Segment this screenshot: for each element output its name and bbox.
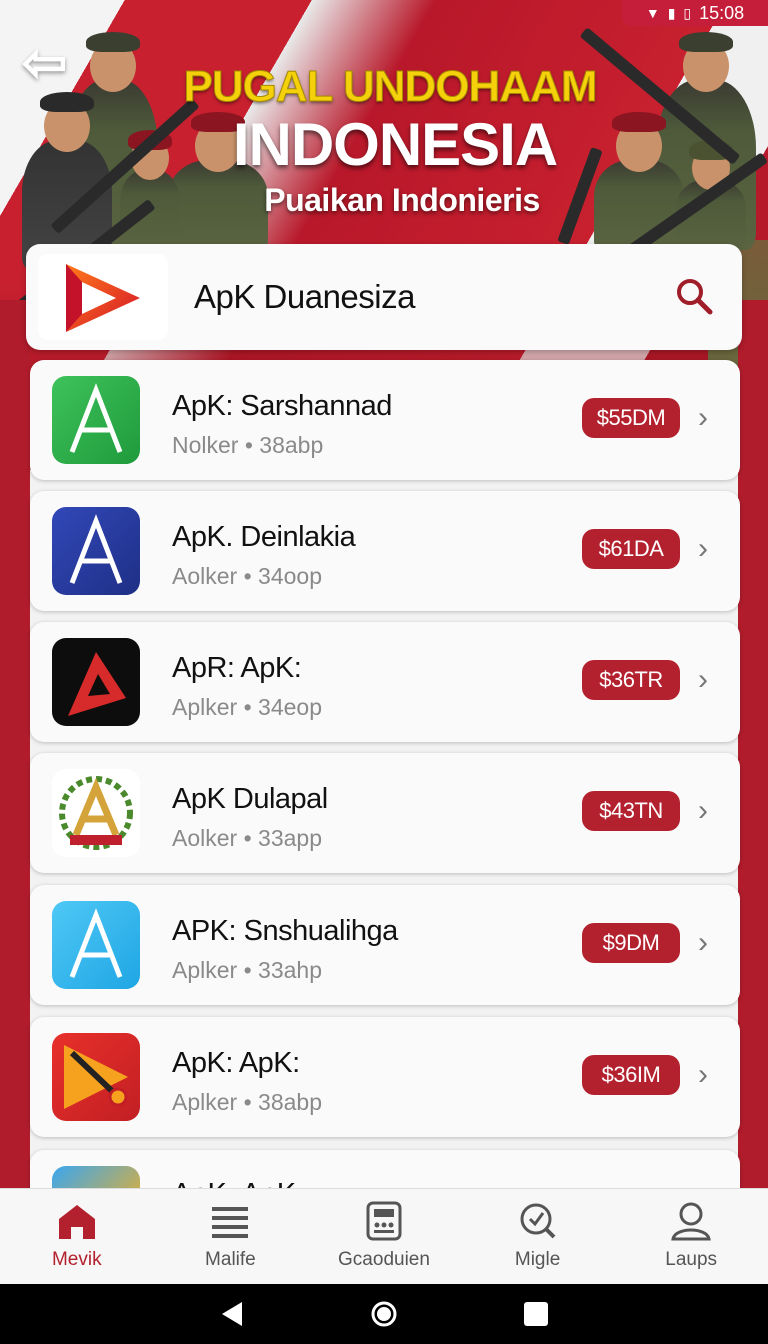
app-name: ApK. Deinlakia bbox=[172, 521, 356, 553]
menu-icon bbox=[208, 1201, 252, 1241]
app-icon-black-red bbox=[52, 638, 140, 726]
nav-label: Malife bbox=[205, 1249, 256, 1270]
calculator-icon bbox=[362, 1201, 406, 1241]
price-button[interactable]: $9DM bbox=[582, 923, 680, 963]
app-list-item[interactable]: ApK Dulapal Aolker • 33app $43TN › bbox=[30, 753, 740, 873]
nav-item-calculator[interactable]: Gcaoduien bbox=[307, 1189, 461, 1284]
app-meta: Aplker • 38abp bbox=[172, 1089, 322, 1115]
nav-label: Laups bbox=[665, 1249, 718, 1270]
nav-label: Mevik bbox=[51, 1249, 102, 1270]
system-navigation-bar bbox=[0, 1284, 768, 1344]
app-icon-lightblue-a bbox=[52, 901, 140, 989]
system-recents-icon[interactable] bbox=[524, 1302, 548, 1326]
price-button[interactable]: $36IM bbox=[582, 1055, 680, 1095]
app-name: ApK: Sarshannad bbox=[172, 390, 392, 422]
status-time: 15:08 bbox=[699, 2, 745, 23]
nav-item-profile[interactable]: Laups bbox=[614, 1189, 768, 1284]
chevron-right-icon[interactable]: › bbox=[698, 1057, 718, 1093]
app-meta: Aolker • 34oop bbox=[172, 563, 322, 589]
chevron-right-icon[interactable]: › bbox=[698, 793, 718, 829]
user-icon bbox=[669, 1201, 713, 1241]
nav-item-home[interactable]: Mevik bbox=[0, 1189, 154, 1284]
chevron-right-icon[interactable]: › bbox=[698, 925, 718, 961]
wifi-icon: ▼ bbox=[645, 5, 660, 21]
bottom-navigation: Mevik Malife Gcaoduien Migle Laups bbox=[0, 1188, 768, 1284]
right-red-strip bbox=[738, 300, 768, 1200]
app-icon-red-orange bbox=[52, 1033, 140, 1121]
banner-title-main: INDONESIA bbox=[232, 111, 558, 178]
nav-item-search[interactable]: Migle bbox=[461, 1189, 615, 1284]
price-button[interactable]: $61DA bbox=[582, 529, 680, 569]
app-list-item[interactable]: APK: Snshualihga Aplker • 33ahp $9DM › bbox=[30, 885, 740, 1005]
search-check-icon bbox=[516, 1201, 560, 1241]
nav-label: Migle bbox=[514, 1249, 561, 1270]
system-home-icon[interactable] bbox=[370, 1300, 398, 1333]
app-list-item[interactable]: ApK: ApK: Aplker • 38abp $36IM › bbox=[30, 1017, 740, 1137]
chevron-right-icon[interactable]: › bbox=[698, 662, 718, 698]
price-button[interactable]: $55DM bbox=[582, 398, 680, 438]
status-bar: ▼ ▮ ▯ 15:08 bbox=[622, 0, 768, 26]
app-name: ApK: ApK: bbox=[172, 1047, 300, 1079]
app-list-item[interactable]: ApK: Sarshannad Nolker • 38abp $55DM › bbox=[30, 360, 740, 480]
price-button[interactable]: $36TR bbox=[582, 660, 680, 700]
app-icon-gold-emblem bbox=[52, 769, 140, 857]
app-list-item[interactable]: ApR: ApK: Aplker • 34eop $36TR › bbox=[30, 622, 740, 742]
battery-icon: ▯ bbox=[683, 4, 692, 21]
app-meta: Aplker • 33ahp bbox=[172, 957, 322, 983]
app-name: ApK Dulapal bbox=[172, 783, 328, 815]
price-button[interactable]: $43TN bbox=[582, 791, 680, 831]
app-name: APK: Snshualihga bbox=[172, 915, 398, 947]
search-header-card[interactable]: ApK Duanesiza bbox=[26, 244, 742, 350]
system-back-icon[interactable] bbox=[220, 1300, 244, 1333]
app-meta: Nolker • 38abp bbox=[172, 432, 324, 458]
chevron-right-icon[interactable]: › bbox=[698, 400, 718, 436]
chevron-right-icon[interactable]: › bbox=[698, 531, 718, 567]
search-icon[interactable] bbox=[674, 276, 714, 316]
app-meta: Aplker • 34eop bbox=[172, 694, 322, 720]
store-logo-icon bbox=[38, 254, 168, 340]
search-header-title: ApK Duanesiza bbox=[194, 278, 415, 315]
app-meta: Aolker • 33app bbox=[172, 825, 322, 851]
app-list-item[interactable]: ApK. Deinlakia Aolker • 34oop $61DA › bbox=[30, 491, 740, 611]
signal-icon: ▮ bbox=[667, 4, 676, 21]
banner-subtitle: Puaikan Indonieris bbox=[264, 182, 540, 218]
home-icon bbox=[55, 1201, 99, 1241]
app-name: ApR: ApK: bbox=[172, 652, 302, 684]
nav-item-menu[interactable]: Malife bbox=[154, 1189, 308, 1284]
banner-title-top: PUGAL UNDOHAAM bbox=[183, 62, 598, 112]
app-icon-blue-a bbox=[52, 507, 140, 595]
nav-label: Gcaoduien bbox=[338, 1249, 430, 1270]
left-red-strip bbox=[0, 300, 30, 1200]
app-icon-green-a bbox=[52, 376, 140, 464]
